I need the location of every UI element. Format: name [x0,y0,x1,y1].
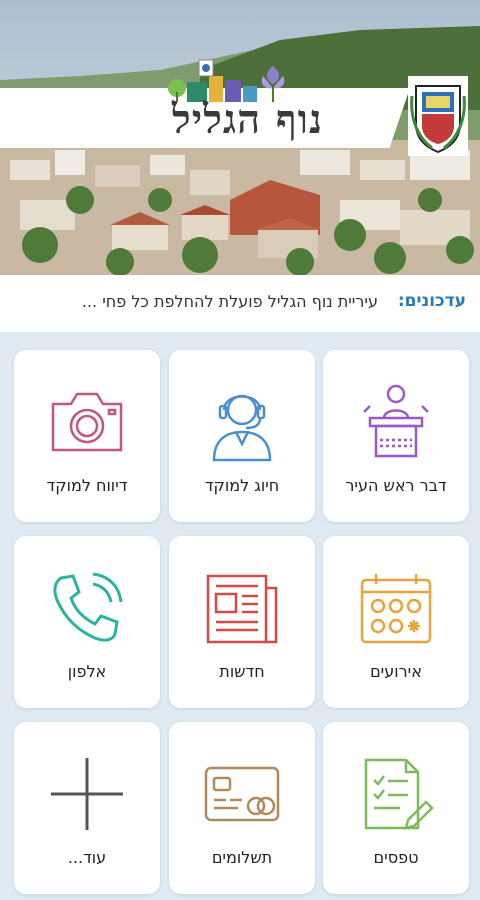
plus-icon [51,758,123,830]
tile-label: אלפון [67,662,107,681]
headset-agent-icon [212,394,272,462]
tile-news[interactable]: חדשות [169,536,315,708]
tile-more[interactable]: עוד... [14,722,160,894]
tile-report[interactable]: דיווח למוקד [14,350,160,522]
tile-label: חדשות [219,662,265,681]
ticker-text[interactable]: עיריית נוף הגליל פועלת להחלפת כל פחי ... [82,292,378,311]
camera-icon [51,392,123,452]
tile-label: טפסים [373,848,419,867]
tile-label: חיוג למוקד [204,476,280,495]
tile-label: דבר ראש העיר [345,476,447,495]
tile-label: תשלומים [211,848,273,867]
tile-label: דיווח למוקד [46,476,128,495]
hero-banner: נוף הגליל [0,0,480,275]
ticker-label: עדכונים: [397,291,466,311]
credit-card-icon [204,766,280,822]
form-document-icon [364,758,434,830]
tile-payments[interactable]: תשלומים [169,722,315,894]
newspaper-icon [206,574,278,644]
tile-label: עוד... [67,848,107,867]
tile-label: אירועים [370,662,422,681]
municipality-crest-icon [408,76,468,156]
podium-speaker-icon [363,384,429,458]
news-ticker[interactable]: עדכונים: עיריית נוף הגליל פועלת להחלפת כ… [0,275,480,332]
tile-forms[interactable]: טפסים [323,722,469,894]
services-grid: דבר ראש העיר חיוג למוקד דיווח למוקד אירו… [0,332,480,900]
city-logo-text: נוף הגליל [172,96,324,143]
tile-directory[interactable]: אלפון [14,536,160,708]
tile-call-center[interactable]: חיוג למוקד [169,350,315,522]
tile-mayor-message[interactable]: דבר ראש העיר [323,350,469,522]
calendar-icon [360,574,432,644]
phone-icon [53,572,123,642]
tile-events[interactable]: אירועים [323,536,469,708]
